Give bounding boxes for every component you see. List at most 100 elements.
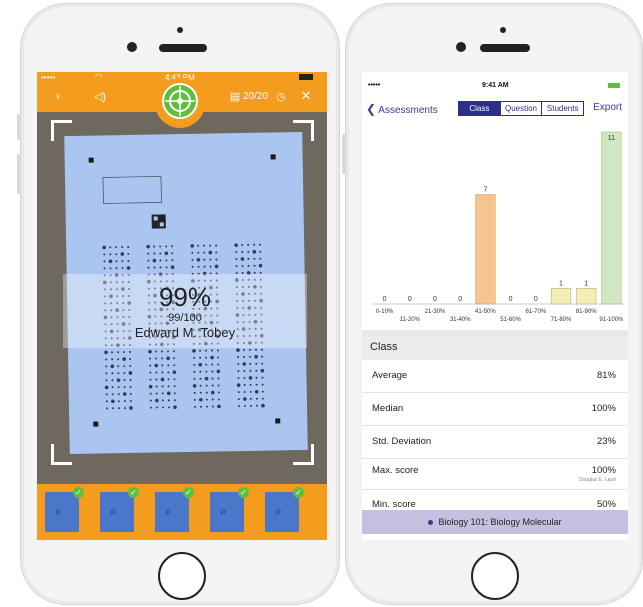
home-button[interactable]	[158, 552, 206, 600]
answer-bubble	[123, 372, 126, 375]
answer-bubble	[249, 369, 252, 372]
answer-bubble	[198, 362, 203, 367]
tab-students[interactable]: Students	[542, 102, 583, 115]
answer-bubble	[161, 385, 164, 388]
answer-bubble	[123, 365, 126, 368]
answer-bubble	[214, 264, 219, 269]
answer-bubble	[253, 257, 256, 260]
answer-bubble	[235, 265, 238, 268]
close-icon[interactable]: ✕	[299, 89, 313, 103]
answer-bubble	[103, 267, 106, 270]
export-button[interactable]: Export	[593, 102, 622, 113]
answer-bubble	[155, 350, 158, 353]
answer-bubble	[115, 246, 118, 249]
answer-bubble	[237, 391, 240, 394]
answer-bubble	[243, 348, 246, 351]
answer-bubble	[249, 404, 252, 407]
stat-row: Max. score 100% Douglas E. Lauri	[362, 459, 628, 490]
answer-bubble	[258, 263, 263, 268]
answer-bubble	[155, 378, 158, 381]
volume-button-2	[17, 154, 21, 194]
answer-bubble	[193, 391, 196, 394]
answer-bubble	[173, 385, 176, 388]
answer-bubble	[249, 383, 252, 386]
answer-bubble	[197, 251, 200, 254]
answer-bubble	[123, 379, 126, 382]
answer-bubble	[155, 392, 158, 395]
answer-bubble	[173, 357, 176, 360]
answer-bubble	[115, 260, 118, 263]
answer-bubble	[128, 371, 133, 375]
answer-bubble	[255, 397, 258, 400]
answer-bubble	[104, 385, 109, 390]
answer-bubble	[167, 385, 170, 388]
answer-bubble	[127, 253, 130, 256]
answer-bubble	[259, 250, 262, 253]
sensor	[177, 27, 183, 33]
answer-bubble	[129, 378, 132, 381]
answer-bubble	[102, 245, 106, 250]
answer-bubble	[254, 389, 259, 394]
scan-thumbnail[interactable]: ⌕ ✓	[45, 487, 84, 532]
answer-bubble	[249, 397, 252, 400]
scan-thumbnail[interactable]: ⌕ ✓	[265, 487, 304, 532]
scan-thumbnail[interactable]: ⌕ ✓	[100, 487, 139, 532]
answer-bubble	[193, 363, 196, 366]
answer-bubble	[193, 356, 196, 359]
answer-bubble	[243, 383, 246, 386]
answer-bubble	[117, 365, 120, 368]
back-button[interactable]: ❮ Assessments	[366, 102, 438, 116]
answer-bubble	[123, 400, 126, 403]
answer-bubble	[146, 244, 150, 249]
bulb-icon[interactable]: ♀	[51, 90, 65, 104]
answer-bubble	[252, 250, 257, 254]
answer-bubble	[170, 265, 175, 270]
answer-bubble	[159, 266, 162, 269]
class-footer[interactable]: Biology 101: Biology Molecular	[362, 510, 628, 534]
answer-bubble	[243, 397, 247, 401]
home-button[interactable]	[471, 552, 519, 600]
stat-row: Average 81%	[362, 360, 628, 393]
answer-bubble	[161, 392, 164, 395]
answer-bubble	[129, 357, 132, 360]
speaker-grille	[480, 44, 530, 52]
answer-bubble	[243, 390, 246, 393]
answer-bubble	[216, 369, 221, 374]
answer-bubble	[193, 405, 196, 408]
answer-bubble	[167, 399, 170, 402]
answer-bubble	[126, 266, 131, 270]
scan-thumbnail[interactable]: ⌕ ✓	[210, 487, 249, 532]
answer-bubble	[217, 384, 220, 387]
answer-bubble	[253, 264, 256, 267]
answer-bubble	[129, 385, 132, 388]
answer-bubble	[173, 350, 176, 353]
tab-question[interactable]: Question	[501, 102, 543, 115]
answer-bubble	[160, 377, 165, 382]
bar	[576, 288, 597, 305]
answer-bubble	[105, 400, 108, 403]
answer-bubble	[153, 252, 156, 255]
answer-bubble	[167, 364, 170, 367]
answer-bubble	[243, 376, 246, 379]
stat-label: Min. score	[372, 499, 416, 510]
answer-bubble	[203, 265, 206, 268]
answer-bubble	[165, 259, 168, 262]
answer-bubble	[209, 258, 212, 261]
stat-value: 50%	[596, 499, 616, 510]
answer-bubble	[155, 371, 158, 374]
sound-icon[interactable]: ◁)	[93, 90, 107, 104]
answer-bubble	[236, 383, 241, 387]
answer-bubble	[247, 243, 250, 246]
x-tick-label: 21-30%	[425, 309, 446, 315]
bar	[550, 288, 572, 305]
bullet-icon	[428, 520, 434, 526]
tab-class[interactable]: Class	[459, 102, 501, 115]
info-icon[interactable]: ◷	[275, 90, 287, 104]
scan-button[interactable]	[155, 78, 205, 128]
answer-bubble	[211, 384, 214, 387]
answer-bubble	[161, 371, 164, 374]
answer-bubble	[159, 259, 162, 262]
answer-bubble	[171, 245, 174, 248]
document-icon[interactable]: ▤	[229, 90, 241, 104]
scan-thumbnail[interactable]: ⌕ ✓	[155, 487, 194, 532]
